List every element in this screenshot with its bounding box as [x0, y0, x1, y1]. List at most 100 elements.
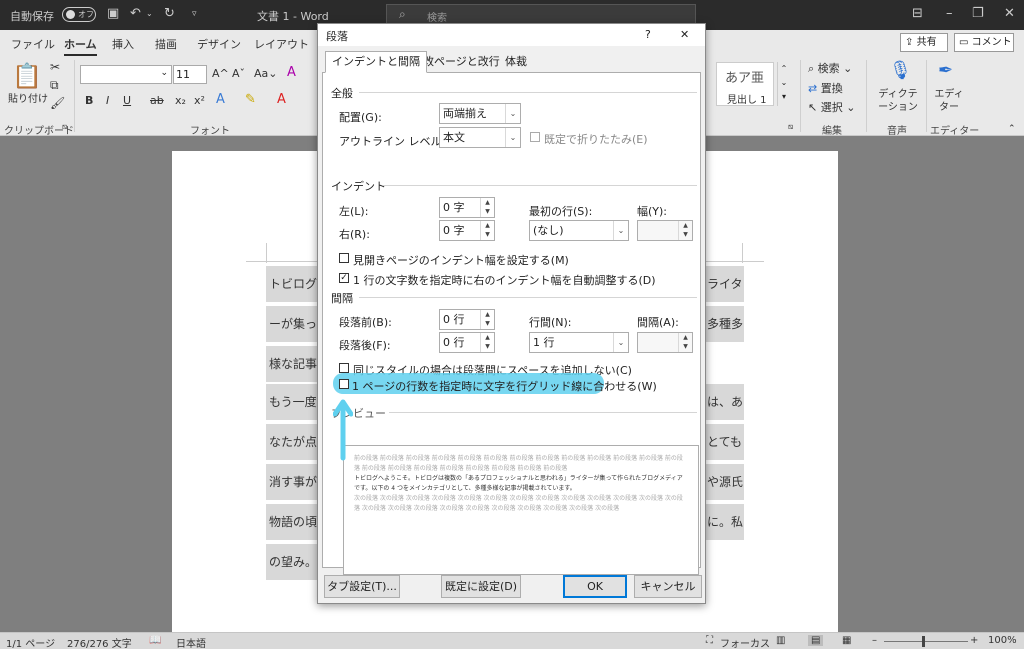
tabs-button[interactable]: タブ設定(T)...: [324, 575, 400, 598]
collapse-default-label: 既定で折りたたみ(E): [544, 133, 648, 146]
zoom-out-icon[interactable]: –: [872, 635, 877, 646]
print-layout-icon[interactable]: ▤: [808, 635, 824, 646]
select-button[interactable]: ↖ 選択 ⌄: [808, 99, 855, 115]
copy-icon[interactable]: ⧉: [50, 78, 59, 93]
spinner-arrows-icon[interactable]: ▲ ▼: [480, 333, 494, 352]
tab-insert[interactable]: 挿入: [112, 36, 134, 52]
space-after-spinner[interactable]: 0 行 ▲ ▼: [439, 332, 495, 353]
find-button[interactable]: ⌕ 検索 ⌄: [808, 60, 852, 76]
word-count[interactable]: 276/276 文字: [67, 635, 132, 649]
paragraph-preview: 前の段落 前の段落 前の段落 前の段落 前の段落 前の段落 前の段落 前の段落 …: [343, 445, 699, 575]
font-color-icon[interactable]: A: [277, 92, 286, 107]
style-heading1[interactable]: あア亜 見出し 1: [716, 62, 774, 106]
tab-home[interactable]: ホーム: [64, 36, 97, 56]
tab-indents-spacing[interactable]: インデントと間隔: [325, 51, 427, 73]
bold-icon[interactable]: B: [85, 94, 93, 107]
close-icon[interactable]: ✕: [680, 28, 689, 41]
clear-format-icon[interactable]: A: [287, 65, 296, 80]
shrink-font-icon[interactable]: Aˇ: [232, 67, 245, 80]
auto-adjust-checkbox[interactable]: ✓: [339, 273, 349, 283]
read-mode-icon[interactable]: ▥: [776, 635, 785, 646]
font-size-box[interactable]: 11: [173, 65, 207, 84]
tab-line-page-breaks[interactable]: 改ページと改行: [416, 51, 507, 73]
tab-draw[interactable]: 描画: [155, 36, 177, 52]
font-name-box[interactable]: ⌄: [80, 65, 172, 84]
spacing-at-spinner[interactable]: ▲ ▼: [637, 332, 693, 353]
change-case-icon[interactable]: Aa⌄: [254, 67, 277, 80]
zoom-slider[interactable]: [884, 641, 968, 642]
indent-by-spinner[interactable]: ▲ ▼: [637, 220, 693, 241]
format-painter-icon[interactable]: 🖌: [50, 96, 65, 110]
focus-label[interactable]: フォーカス: [720, 635, 770, 649]
help-button[interactable]: ?: [645, 28, 651, 41]
document-line-left: なたが点: [266, 424, 318, 460]
paragraph-dialog: 段落 ? ✕ インデントと間隔 改ページと改行 体裁 全般 配置(G): 両端揃…: [317, 23, 706, 604]
ribbon-display-icon[interactable]: ⊟: [912, 6, 923, 22]
language[interactable]: 日本語: [176, 635, 206, 649]
zoom-slider-thumb[interactable]: [922, 636, 925, 647]
close-window-icon[interactable]: ✕: [1004, 6, 1015, 22]
redo-icon[interactable]: ↻: [164, 6, 175, 22]
mirror-indents-checkbox[interactable]: [339, 253, 349, 263]
save-icon[interactable]: ▣: [107, 6, 119, 22]
collapse-default-checkbox[interactable]: [530, 132, 540, 142]
dictation-button[interactable]: ディクテーション: [874, 88, 922, 114]
alignment-select[interactable]: 両端揃え ⌄: [439, 103, 521, 124]
replace-button[interactable]: ⇄ 置換: [808, 80, 843, 96]
first-line-select[interactable]: (なし) ⌄: [529, 220, 629, 241]
paste-label[interactable]: 貼り付け: [8, 90, 48, 105]
share-button[interactable]: ⇪ 共有: [900, 33, 948, 52]
space-before-spinner[interactable]: 0 行 ▲ ▼: [439, 309, 495, 330]
superscript-icon[interactable]: x²: [194, 94, 205, 107]
customize-qat-icon[interactable]: ▿: [192, 6, 197, 22]
focus-icon[interactable]: ⛶: [706, 635, 713, 646]
editor-button[interactable]: エディター: [934, 88, 964, 114]
tab-layout[interactable]: レイアウト: [254, 36, 309, 52]
microphone-icon[interactable]: 🎙: [889, 60, 912, 81]
outline-level-select[interactable]: 本文 ⌄: [439, 127, 521, 148]
underline-icon[interactable]: U: [123, 94, 131, 107]
undo-icon[interactable]: ↶: [130, 6, 141, 22]
minimize-icon[interactable]: –: [946, 6, 953, 22]
comment-button[interactable]: ▭ コメント: [954, 33, 1014, 52]
line-spacing-select[interactable]: 1 行 ⌄: [529, 332, 629, 353]
styles-launcher-icon[interactable]: ⧅: [788, 122, 793, 132]
search-box[interactable]: ⌕ 検索: [386, 4, 696, 25]
snap-to-grid-checkbox[interactable]: [339, 379, 349, 389]
highlight-icon[interactable]: ✎: [245, 92, 256, 107]
tab-file[interactable]: ファイル: [11, 36, 55, 52]
zoom-level[interactable]: 100%: [988, 635, 1017, 646]
subscript-icon[interactable]: x₂: [175, 94, 186, 107]
web-layout-icon[interactable]: ▦: [842, 635, 851, 646]
spinner-arrows-icon[interactable]: ▲ ▼: [678, 333, 692, 352]
indent-left-spinner[interactable]: 0 字 ▲ ▼: [439, 197, 495, 218]
spinner-arrows-icon[interactable]: ▲ ▼: [480, 198, 494, 217]
no-space-same-style-checkbox[interactable]: [339, 363, 349, 373]
spinner-arrows-icon[interactable]: ▲ ▼: [678, 221, 692, 240]
proofing-icon[interactable]: 📖: [149, 635, 161, 646]
clipboard-launcher-icon[interactable]: ⧅: [62, 122, 67, 132]
cut-icon[interactable]: ✂: [50, 60, 60, 74]
editor-icon[interactable]: ✒: [938, 60, 953, 81]
undo-dropdown-icon[interactable]: ⌄: [146, 6, 153, 22]
page-count[interactable]: 1/1 ページ: [6, 635, 55, 649]
spinner-arrows-icon[interactable]: ▲ ▼: [480, 221, 494, 240]
text-effects-icon[interactable]: A: [216, 92, 225, 107]
paste-icon[interactable]: 📋: [12, 62, 42, 90]
cancel-button[interactable]: キャンセル: [634, 575, 702, 598]
ok-button[interactable]: OK: [563, 575, 627, 598]
strikethrough-icon[interactable]: ab: [150, 94, 164, 107]
grow-font-icon[interactable]: A^: [212, 67, 229, 80]
autosave-toggle[interactable]: オフ: [62, 7, 96, 22]
collapse-ribbon-icon[interactable]: ⌃: [1008, 124, 1016, 134]
indent-right-spinner[interactable]: 0 字 ▲ ▼: [439, 220, 495, 241]
italic-icon[interactable]: I: [106, 94, 109, 107]
tab-asian-typography[interactable]: 体裁: [498, 51, 534, 73]
zoom-in-icon[interactable]: +: [970, 635, 978, 646]
divider: [800, 60, 801, 132]
tab-design[interactable]: デザイン: [197, 36, 241, 52]
styles-scroll[interactable]: ⌃ ⌄ ▾: [777, 62, 790, 106]
set-default-button[interactable]: 既定に設定(D): [441, 575, 521, 598]
spinner-arrows-icon[interactable]: ▲ ▼: [480, 310, 494, 329]
restore-icon[interactable]: ❐: [972, 6, 984, 22]
